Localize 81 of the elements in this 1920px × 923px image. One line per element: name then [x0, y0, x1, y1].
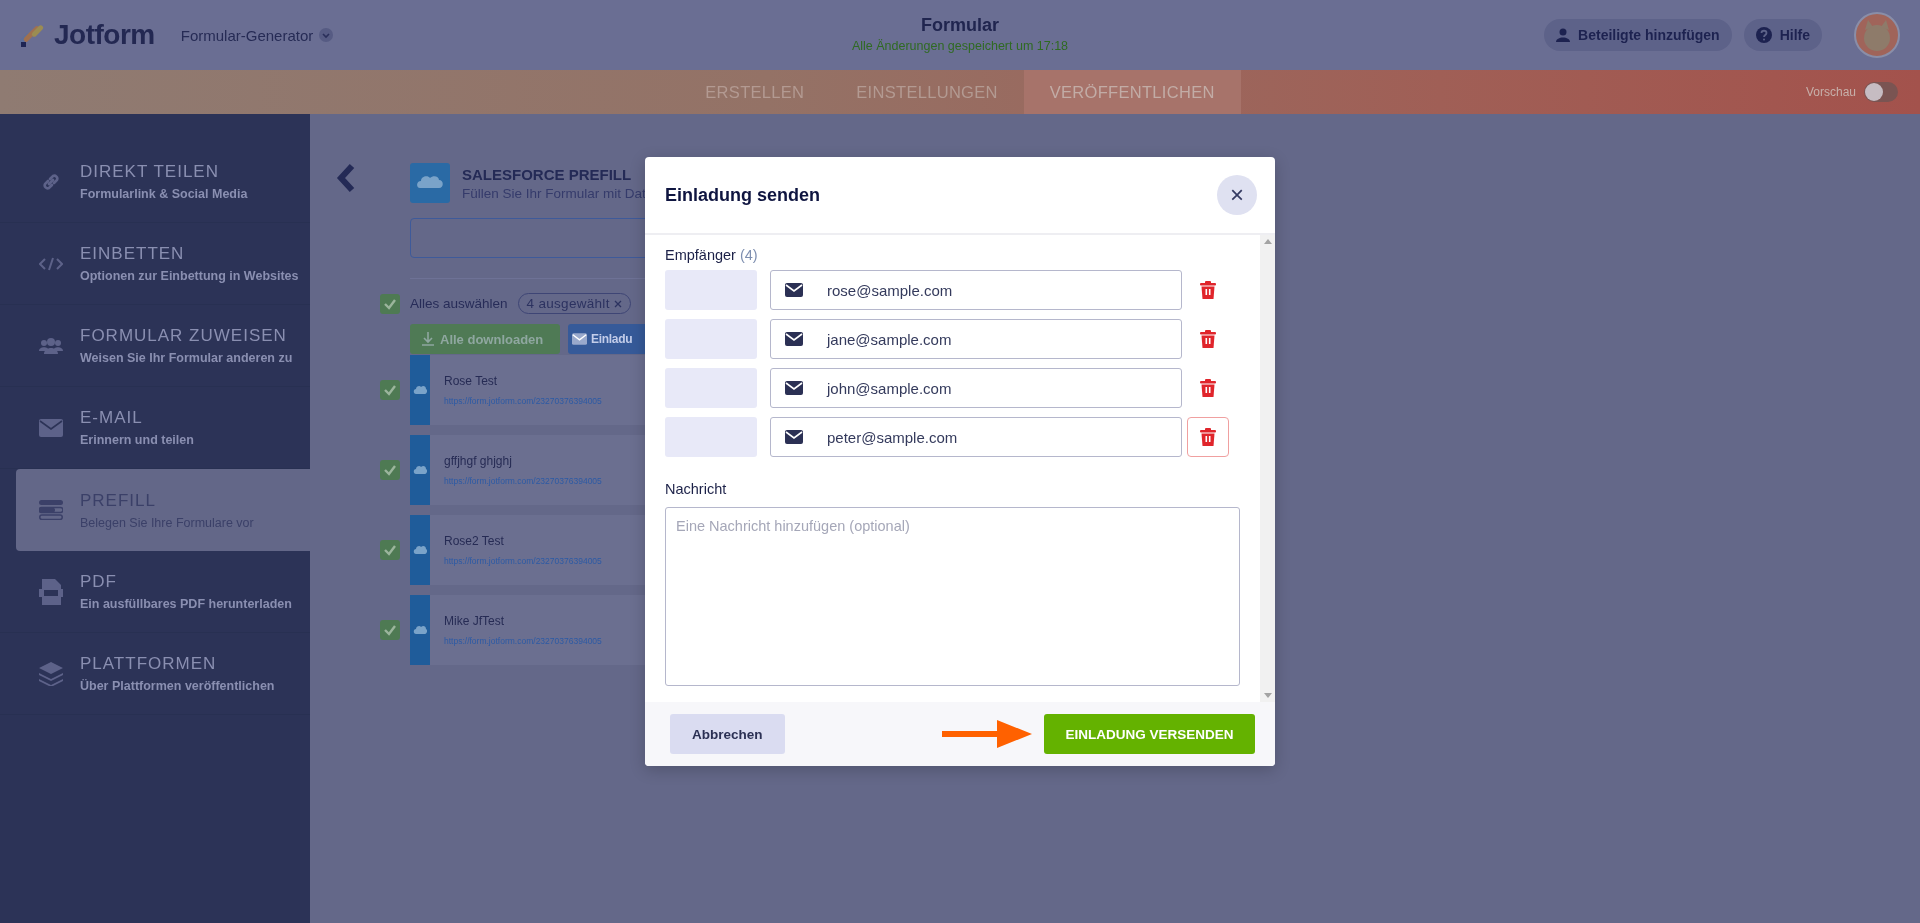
- trash-icon: [1200, 428, 1216, 446]
- item-subtitle: Optionen zur Einbettung in Websites: [80, 269, 299, 283]
- cloud-icon: [413, 545, 427, 555]
- help-icon: [1755, 27, 1772, 43]
- cloud-logo: [410, 163, 450, 203]
- sidebar-item[interactable]: FORMULAR ZUWEISEN Weisen Sie Ihr Formular anderen zu: [0, 305, 310, 387]
- envelope-icon: [785, 332, 803, 346]
- checkbox[interactable]: [380, 293, 400, 314]
- item-subtitle: Formularlink & Social Media: [80, 187, 248, 201]
- send-invitation-button[interactable]: EINLADUNG VERSENDEN: [1044, 714, 1255, 754]
- people-icon: [39, 337, 63, 354]
- cloud-icon: [413, 465, 427, 475]
- delete-button[interactable]: [1187, 417, 1229, 457]
- recipients-label: Empfänger (4): [665, 247, 759, 263]
- sidebar-item[interactable]: PDF Ein ausfüllbares PDF herunterladen: [0, 551, 310, 633]
- item-title: E-MAIL: [80, 408, 144, 428]
- sidebar-item[interactable]: PLATTFORMEN Über Plattformen veröffentlichen: [0, 633, 310, 715]
- entry-name: Mike JfTest: [444, 614, 505, 628]
- person-icon: [1556, 28, 1571, 42]
- help-button[interactable]: Hilfe: [1743, 19, 1822, 51]
- message-field[interactable]: Eine Nachricht hinzufügen (optional): [665, 507, 1240, 686]
- checkbox[interactable]: [380, 380, 400, 400]
- email-field[interactable]: rose@sample.com: [770, 270, 1182, 310]
- item-subtitle: Ein ausfüllbares PDF herunterladen: [80, 597, 292, 611]
- logo-text: Jotform: [54, 19, 155, 51]
- preview-toggle[interactable]: [1864, 82, 1898, 102]
- cancel-button[interactable]: Abbrechen: [670, 714, 785, 754]
- preview-label: Vorschau: [1805, 85, 1856, 99]
- item-title: PLATTFORMEN: [80, 654, 218, 674]
- form-title: Formular: [921, 15, 999, 36]
- download-icon: [422, 332, 434, 346]
- entry-name: gffjhgf ghjghj: [444, 454, 513, 468]
- item-title: PDF: [80, 572, 118, 592]
- checkbox[interactable]: [380, 620, 400, 640]
- checkbox[interactable]: [380, 540, 400, 560]
- entry-name: Rose2 Test: [444, 534, 505, 548]
- save-status: Alle Änderungen gespeichert um 17:18: [851, 39, 1069, 53]
- email-field[interactable]: jane@sample.com: [770, 319, 1182, 359]
- trash-icon: [1200, 379, 1216, 397]
- item-title: EINBETTEN: [80, 244, 186, 264]
- envelope-icon: [785, 283, 803, 297]
- bars-icon: [39, 500, 63, 520]
- builder-menu[interactable]: Formular-Generator: [180, 26, 334, 44]
- scroll-down-icon[interactable]: [1263, 693, 1272, 698]
- code-icon: [39, 256, 63, 271]
- section-title: SALESFORCE PREFILL: [462, 165, 633, 183]
- item-subtitle: Erinnern und teilen: [80, 433, 194, 447]
- message-label: Nachricht: [665, 481, 728, 497]
- email-field[interactable]: peter@sample.com: [770, 417, 1182, 457]
- avatar[interactable]: [1854, 12, 1900, 58]
- logo-icon: [20, 22, 46, 48]
- close-icon[interactable]: [613, 300, 622, 308]
- envelope-icon: [39, 418, 63, 437]
- caret-icon: [319, 28, 334, 42]
- arrow-icon: [942, 718, 1032, 750]
- select-all-label[interactable]: Alles auswählen: [410, 296, 508, 311]
- sidebar-item[interactable]: EINBETTEN Optionen zur Einbettung in Websites: [0, 223, 310, 305]
- item-title: DIREKT TEILEN: [80, 162, 220, 182]
- download-all-button[interactable]: Alle downloaden: [410, 324, 560, 354]
- cloud-icon: [413, 385, 427, 395]
- pdf-file-icon: [39, 578, 63, 605]
- tab[interactable]: VERÖFFENTLICHEN: [1023, 70, 1241, 114]
- entry-name: Rose Test: [444, 374, 499, 388]
- envelope-icon: [572, 333, 587, 345]
- scroll-up-icon[interactable]: [1263, 239, 1272, 244]
- item-subtitle: Weisen Sie Ihr Formular anderen zu: [80, 351, 293, 365]
- trash-icon: [1200, 330, 1216, 348]
- item-title: FORMULAR ZUWEISEN: [80, 326, 288, 346]
- layers-icon: [39, 661, 63, 686]
- checkbox[interactable]: [380, 460, 400, 480]
- close-button[interactable]: ×: [1217, 175, 1257, 215]
- envelope-icon: [785, 430, 803, 444]
- sidebar-item[interactable]: DIREKT TEILEN Formularlink & Social Media: [0, 141, 310, 223]
- add-participants-button[interactable]: Beteiligte hinzufügen: [1544, 19, 1732, 51]
- scrollbar[interactable]: [1260, 235, 1275, 702]
- dialog-title: Einladung senden: [665, 184, 820, 206]
- cloud-icon: [413, 625, 427, 635]
- envelope-icon: [785, 381, 803, 395]
- email-field[interactable]: john@sample.com: [770, 368, 1182, 408]
- item-subtitle: Über Plattformen veröffentlichen: [80, 679, 275, 693]
- trash-icon: [1200, 281, 1216, 299]
